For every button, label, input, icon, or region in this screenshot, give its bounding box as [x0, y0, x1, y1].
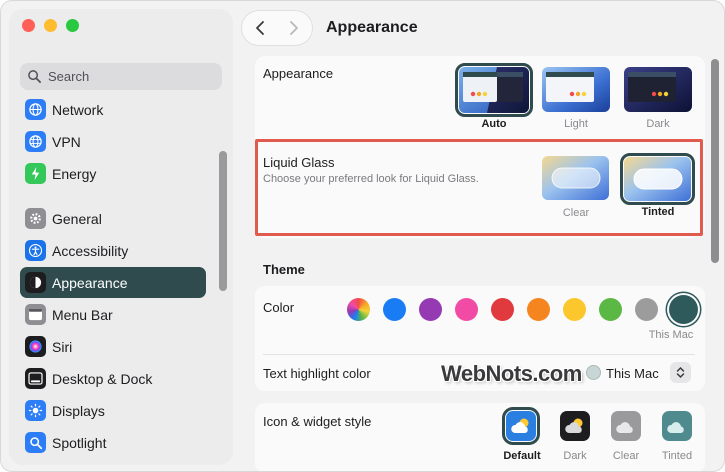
swatch-blue[interactable] — [383, 298, 406, 321]
selected-swatch-label: This Mac — [648, 329, 694, 341]
appearance-option-dark[interactable] — [624, 67, 692, 112]
cloud-tinted-icon — [667, 422, 684, 433]
sidebar-item-desktop-dock[interactable]: Desktop & Dock — [20, 363, 206, 394]
settings-window: Search Network VPN Energy General Access… — [0, 0, 725, 472]
sidebar-item-label: Spotlight — [52, 434, 107, 451]
sidebar-item-vpn[interactable]: VPN — [20, 126, 206, 157]
sidebar-item-appearance[interactable]: Appearance — [20, 267, 206, 298]
accessibility-icon — [25, 240, 46, 261]
close-window-button[interactable] — [22, 19, 35, 32]
icon-style-label: Icon & widget style — [263, 414, 372, 429]
menu-bar-icon — [25, 304, 46, 325]
sidebar-item-general[interactable]: General — [20, 203, 206, 234]
spotlight-icon — [25, 432, 46, 453]
siri-icon — [25, 336, 46, 357]
forward-button[interactable] — [281, 15, 307, 41]
minimize-window-button[interactable] — [44, 19, 57, 32]
sidebar-scrollbar[interactable] — [219, 151, 227, 291]
cloud-clear-icon — [616, 422, 633, 433]
swatch-purple[interactable] — [419, 298, 442, 321]
icon-style-default-label: Default — [503, 450, 541, 462]
swatch-orange[interactable] — [527, 298, 550, 321]
appearance-option-auto-label: Auto — [481, 118, 507, 130]
swatch-pink[interactable] — [455, 298, 478, 321]
appearance-option-dark-label: Dark — [646, 118, 670, 130]
sidebar-search-field[interactable]: Search — [20, 63, 222, 90]
icon-style-option-clear[interactable] — [611, 411, 641, 441]
search-placeholder: Search — [48, 69, 90, 84]
swatch-green[interactable] — [599, 298, 622, 321]
sidebar-item-label: Desktop & Dock — [52, 370, 153, 387]
cloud-sun-dark-icon — [565, 418, 583, 433]
appearance-icon — [25, 272, 46, 293]
appearance-option-auto[interactable] — [455, 63, 533, 117]
zoom-window-button[interactable] — [66, 19, 79, 32]
sidebar-item-spotlight[interactable]: Spotlight — [20, 427, 206, 458]
sidebar-item-label: Network — [52, 101, 104, 118]
color-label: Color — [263, 300, 295, 315]
theme-section-title: Theme — [263, 262, 305, 277]
sidebar-item-network[interactable]: Network — [20, 94, 206, 125]
sidebar-item-label: Appearance — [52, 274, 128, 291]
swatch-red[interactable] — [491, 298, 514, 321]
swatch-this-mac[interactable] — [669, 295, 698, 324]
swatch-graphite[interactable] — [635, 298, 658, 321]
text-highlight-value: This Mac — [606, 366, 659, 381]
highlight-annotation-box — [255, 139, 703, 236]
sidebar-item-siri[interactable]: Siri — [20, 331, 206, 362]
watermark-text: WebNots.com — [441, 361, 582, 386]
back-button[interactable] — [247, 15, 273, 41]
appearance-option-light[interactable] — [542, 67, 610, 112]
highlight-color-dot-icon — [586, 365, 601, 380]
card-divider — [263, 354, 695, 355]
gear-icon — [25, 208, 46, 229]
sidebar-item-energy[interactable]: Energy — [20, 158, 206, 189]
highlight-popup-button[interactable] — [670, 362, 691, 383]
sidebar-item-label: Siri — [52, 338, 73, 355]
icon-style-tinted-label: Tinted — [661, 450, 693, 462]
vpn-globe-icon — [25, 131, 46, 152]
sidebar-item-menu-bar[interactable]: Menu Bar — [20, 299, 206, 330]
search-icon — [28, 70, 41, 83]
bolt-icon — [25, 163, 46, 184]
text-highlight-label: Text highlight color — [263, 366, 371, 381]
sidebar-item-label: Menu Bar — [52, 306, 113, 323]
sidebar-item-label: General — [52, 210, 102, 227]
sidebar-item-displays[interactable]: Displays — [20, 395, 206, 426]
cloud-sun-icon — [511, 418, 529, 433]
page-title: Appearance — [326, 19, 418, 36]
sidebar-item-label: Accessibility — [52, 242, 129, 259]
chevron-up-down-icon — [676, 366, 685, 379]
appearance-option-light-label: Light — [564, 118, 588, 130]
icon-style-option-default[interactable] — [502, 407, 540, 445]
globe-icon — [25, 99, 46, 120]
dark-preview-icon — [624, 67, 692, 112]
sidebar-item-label: Displays — [52, 402, 105, 419]
icon-style-option-tinted[interactable] — [662, 411, 692, 441]
sun-icon — [25, 400, 46, 421]
appearance-label: Appearance — [263, 66, 334, 81]
chevron-right-icon — [290, 21, 298, 35]
icon-style-clear-label: Clear — [612, 450, 640, 462]
icon-style-option-dark[interactable] — [560, 411, 590, 441]
chevron-left-icon — [256, 21, 264, 35]
sidebar-item-accessibility[interactable]: Accessibility — [20, 235, 206, 266]
icon-style-dark-label: Dark — [563, 450, 587, 462]
light-preview-icon — [542, 67, 610, 112]
sidebar-item-label: VPN — [52, 133, 81, 150]
swatch-yellow[interactable] — [563, 298, 586, 321]
sidebar-item-label: Energy — [52, 165, 97, 182]
auto-preview-icon — [459, 67, 529, 113]
dock-icon — [25, 368, 46, 389]
main-scrollbar[interactable] — [711, 59, 719, 263]
swatch-multicolor[interactable] — [347, 298, 370, 321]
